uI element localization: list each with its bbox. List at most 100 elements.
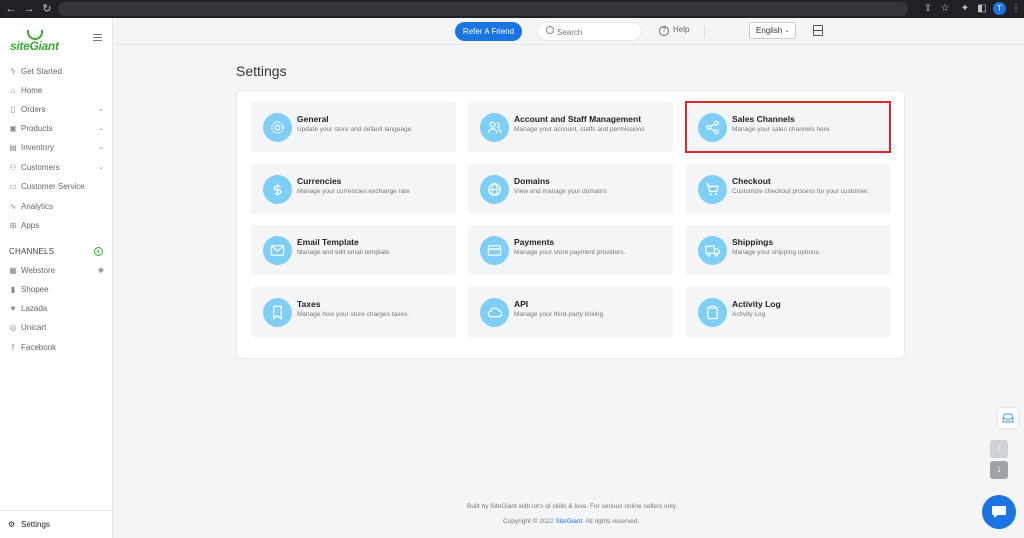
sidebar-item-shopee[interactable]: ▮ Shopee [8, 283, 106, 297]
truck-icon [698, 236, 727, 265]
arrow-up-icon: ↑ [996, 443, 1002, 454]
sidebar-item-orders[interactable]: ▯ Orders ⌄ [8, 103, 106, 117]
settings-card-payments[interactable]: Payments Manage your store payment provi… [468, 225, 673, 275]
settings-card-domains[interactable]: Domains View and manage your domains [468, 164, 673, 214]
scroll-up-button[interactable]: ↑ [990, 440, 1008, 458]
card-icon [480, 236, 509, 265]
card-title: Payments [514, 237, 555, 247]
card-description: Activity Log [732, 311, 766, 318]
sidebar-item-facebook[interactable]: f Facebook [8, 341, 106, 355]
mail-icon [263, 236, 292, 265]
settings-card-activity-log[interactable]: Activity Log Activity Log [686, 287, 891, 337]
settings-card-general[interactable]: General Update your store and default la… [251, 102, 456, 152]
settings-card-email-template[interactable]: Email Template Manage and edit email tem… [251, 225, 456, 275]
chevron-down-icon: ⌄ [98, 144, 104, 151]
card-title: Currencies [297, 176, 342, 186]
sidebar-item-label: Settings [21, 520, 50, 529]
sidebar-item-apps[interactable]: ⊞ Apps [8, 219, 106, 233]
scroll-down-button[interactable]: ↓ [990, 461, 1008, 479]
sidebar-item-label: Products [21, 124, 53, 133]
sidebar-item-label: Orders [21, 105, 46, 114]
inventory-icon: ▤ [9, 143, 17, 152]
card-title: General [297, 114, 329, 124]
refer-a-friend-button[interactable]: Refer A Friend [455, 22, 522, 41]
share-icon[interactable]: ⇪ [921, 2, 935, 16]
copyright-suffix: . All rights reserved. [582, 518, 640, 525]
sidebar-item-label: Shopee [21, 285, 49, 294]
chat-bubble-icon [992, 506, 1006, 518]
chevron-down-icon: ⌄ [98, 164, 104, 171]
top-header: Refer A Friend ? Help English ⌄ [113, 18, 1024, 45]
cloud-icon [480, 298, 509, 327]
sidebar-item-label: Inventory [21, 143, 54, 152]
settings-card-api[interactable]: API Manage your third-party linking [468, 287, 673, 337]
language-select[interactable]: English ⌄ [749, 22, 796, 39]
eye-icon[interactable]: ◉ [98, 264, 104, 278]
extensions-icon[interactable]: ✦ [958, 2, 972, 16]
profile-avatar[interactable]: T [993, 2, 1006, 15]
lightning-icon: ϟ [10, 67, 16, 76]
card-description: Manage your currencies exchange rate [297, 188, 410, 195]
channels-section-label: CHANNELS [9, 247, 55, 256]
help-icon: ? [659, 26, 669, 36]
back-icon[interactable]: ← [4, 2, 18, 16]
sidebar-item-unicart[interactable]: ◎ Unicart [8, 321, 106, 335]
card-title: Activity Log [732, 299, 781, 309]
sidebar-item-get-started[interactable]: ϟ Get Started [8, 65, 106, 79]
lazada-icon: ♥ [10, 304, 16, 313]
sidebar-item-inventory[interactable]: ▤ Inventory ⌄ [8, 141, 106, 155]
logo-text: siteGiant [10, 39, 59, 53]
card-description: Customize checkout process for your cust… [732, 188, 869, 195]
settings-card-shippings[interactable]: Shippings Manage your shipping options. [686, 225, 891, 275]
settings-card-currencies[interactable]: Currencies Manage your currencies exchan… [251, 164, 456, 214]
settings-card-checkout[interactable]: Checkout Customize checkout process for … [686, 164, 891, 214]
sidebar-item-customers[interactable]: ⚇ Customers ⌄ [8, 161, 106, 175]
sidebar-item-label: Webstore [21, 266, 56, 275]
card-description: Manage your account, staffs and permissi… [514, 126, 645, 133]
sidepanel-icon[interactable]: ◧ [975, 2, 989, 16]
reload-icon[interactable]: ↻ [40, 2, 54, 16]
sidebar-item-settings[interactable]: ⚙ Settings [8, 518, 50, 532]
live-chat-button[interactable] [982, 495, 1016, 529]
box-icon: ▣ [9, 124, 17, 133]
grid-icon: ⊞ [9, 221, 17, 230]
sitegiant-link[interactable]: SiteGiant [556, 518, 583, 525]
sidebar-item-label: Home [21, 86, 43, 95]
sidebar-item-products[interactable]: ▣ Products ⌄ [8, 122, 106, 136]
browser-toolbar: ← → ↻ ⇪ ☆ ✦ ◧ T ⋮ [0, 0, 1024, 18]
sidebar-item-webstore[interactable]: ▦ Webstore ◉ [8, 264, 106, 278]
sidebar-item-analytics[interactable]: ∿ Analytics [8, 200, 106, 214]
inbox-icon [1002, 413, 1014, 423]
sidebar-item-label: Unicart [21, 323, 47, 332]
forward-icon[interactable]: → [22, 2, 36, 16]
card-title: Shippings [732, 237, 774, 247]
settings-card-taxes[interactable]: Taxes Manage how your store charges taxe… [251, 287, 456, 337]
menu-dots-icon[interactable]: ⋮ [1009, 2, 1023, 16]
card-title: Account and Staff Management [514, 114, 642, 124]
sidebar-item-lazada[interactable]: ♥ Lazada [8, 302, 106, 316]
add-channel-icon[interactable]: + [94, 247, 103, 256]
store-icon: ▦ [9, 266, 17, 275]
sitegiant-logo[interactable]: siteGiant [10, 30, 60, 56]
chevron-down-icon: ⌄ [98, 125, 104, 132]
search-icon [546, 26, 554, 34]
header-divider [704, 25, 705, 38]
globe-icon [480, 175, 509, 204]
card-description: Manage how your store charges taxes. [297, 311, 410, 318]
layout-toggle-icon[interactable] [813, 25, 823, 36]
star-icon[interactable]: ☆ [938, 2, 952, 16]
highlight-box [685, 101, 891, 153]
inbox-button[interactable] [998, 408, 1018, 428]
help-link[interactable]: ? Help [659, 25, 689, 36]
sidebar-item-label: Facebook [21, 343, 57, 352]
sidebar-item-customer-service[interactable]: ▭ Customer Service [8, 180, 106, 194]
chat-icon: ▭ [9, 182, 17, 191]
search-input[interactable] [557, 26, 637, 38]
sidebar-item-home[interactable]: ⌂ Home [8, 84, 106, 98]
card-title: Email Template [297, 237, 359, 247]
sidebar-item-label: Analytics [21, 202, 54, 211]
address-bar[interactable] [58, 2, 908, 16]
settings-card-account-staff[interactable]: Account and Staff Management Manage your… [468, 102, 673, 152]
hamburger-menu-icon[interactable] [93, 34, 102, 41]
sidebar-item-label: Customers [21, 163, 60, 172]
